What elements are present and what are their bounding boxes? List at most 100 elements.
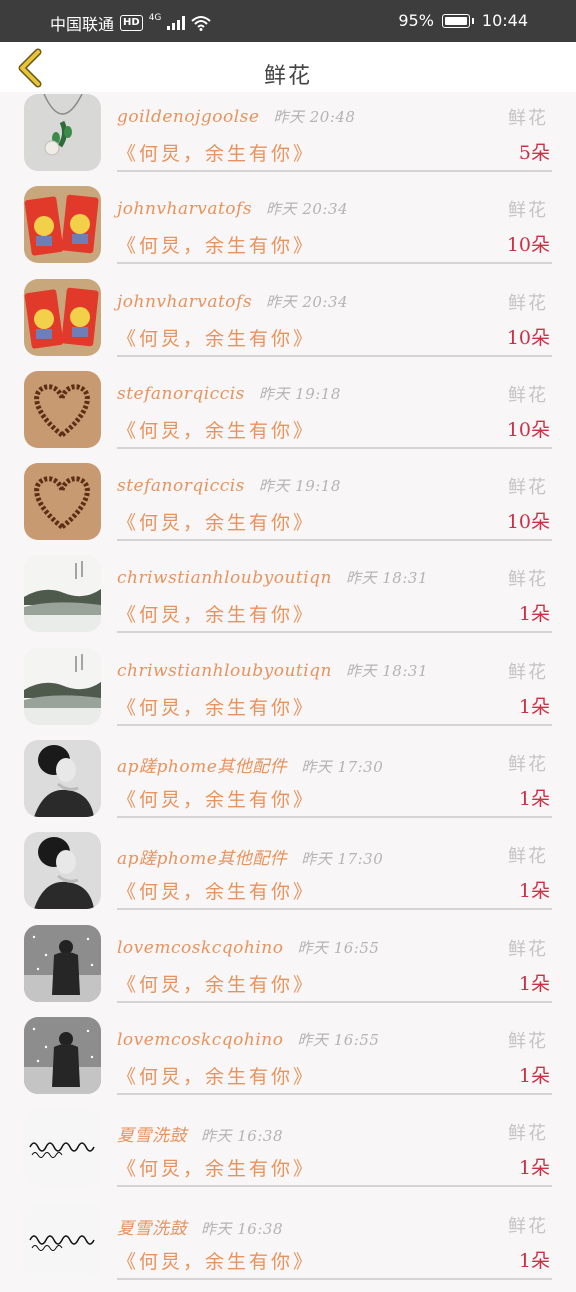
list-item[interactable]: johnvharvatofs 昨天 20:34 鲜花 《何炅，余生有你》 10朵: [0, 184, 576, 276]
gift-quantity: 1朵: [518, 1249, 550, 1272]
avatar[interactable]: [24, 1016, 101, 1094]
gift-category: 鲜花: [508, 108, 548, 129]
list-item[interactable]: stefanorqiccis 昨天 19:18 鲜花 《何炅，余生有你》 10朵: [0, 369, 576, 461]
avatar[interactable]: [24, 924, 101, 1002]
gift-quantity: 1朵: [518, 1064, 550, 1087]
list-item[interactable]: chriwstianhloubyoutiqn 昨天 18:31 鲜花 《何炅，余生…: [0, 553, 576, 645]
divider: [117, 1092, 552, 1095]
sender-name: chriwstianhloubyoutiqn 昨天 18:31: [117, 660, 428, 681]
title-bar: 鲜花: [0, 42, 576, 92]
divider: [117, 539, 552, 542]
gift-message: 《何炅，余生有你》: [117, 789, 316, 812]
gift-category: 鲜花: [508, 754, 548, 776]
timestamp: 昨天 19:18: [258, 384, 341, 403]
gift-message: 《何炅，余生有你》: [117, 143, 316, 165]
gift-category: 鲜花: [508, 477, 548, 499]
hd-icon: HD: [120, 15, 143, 31]
sender-name: stefanorqiccis 昨天 19:18: [117, 383, 341, 404]
network-type: 4G: [148, 13, 162, 23]
divider: [117, 723, 552, 726]
gift-message: 《何炅，余生有你》: [117, 604, 316, 627]
avatar[interactable]: [24, 94, 101, 171]
gift-category: 鲜花: [508, 846, 548, 868]
gift-quantity: 10朵: [506, 234, 550, 257]
gift-message: 《何炅，余生有你》: [117, 235, 316, 258]
avatar[interactable]: [24, 1109, 101, 1187]
timestamp: 昨天 20:48: [273, 108, 356, 126]
avatar[interactable]: [24, 186, 101, 264]
divider: [117, 1277, 552, 1280]
gift-category: 鲜花: [508, 292, 548, 314]
list-item[interactable]: ap蹉phome其他配件 昨天 17:30 鲜花 《何炅，余生有你》 1朵: [0, 738, 576, 830]
timestamp: 昨天 16:38: [201, 1127, 283, 1146]
list-item[interactable]: lovemcoskcqohino 昨天 16:55 鲜花 《何炅，余生有你》 1朵: [0, 923, 576, 1015]
sender-name: lovemcoskcqohino 昨天 16:55: [117, 937, 380, 958]
divider: [117, 816, 552, 819]
clock: 10:44: [481, 11, 528, 30]
gift-category: 鲜花: [508, 200, 548, 222]
gift-message: 《何炅，余生有你》: [117, 1065, 316, 1088]
timestamp: 昨天 20:34: [266, 200, 349, 219]
avatar[interactable]: [24, 647, 101, 725]
list-item[interactable]: ap蹉phome其他配件 昨天 17:30 鲜花 《何炅，余生有你》 1朵: [0, 830, 576, 922]
list-item[interactable]: lovemcoskcqohino 昨天 16:55 鲜花 《何炅，余生有你》 1朵: [0, 1015, 576, 1107]
gift-category: 鲜花: [508, 1030, 548, 1052]
timestamp: 昨天 17:30: [301, 758, 384, 777]
timestamp: 昨天 16:55: [297, 1030, 380, 1049]
avatar[interactable]: [24, 555, 101, 633]
gift-category: 鲜花: [508, 661, 548, 683]
divider: [117, 1000, 552, 1003]
gift-quantity: 1朵: [518, 788, 550, 811]
gift-quantity: 10朵: [506, 418, 550, 441]
sender-name: goildenojgoolse 昨天 20:48: [117, 107, 356, 127]
gift-list: goildenojgoolse 昨天 20:48 鲜花 《何炅，余生有你》 5朵 …: [0, 92, 576, 1292]
sender-name: johnvharvatofs 昨天 20:34: [117, 291, 349, 312]
divider: [117, 354, 552, 357]
divider: [117, 908, 552, 911]
gift-quantity: 1朵: [518, 603, 550, 626]
gift-category: 鲜花: [508, 938, 548, 960]
battery-icon: [441, 13, 470, 28]
list-item[interactable]: chriwstianhloubyoutiqn 昨天 18:31 鲜花 《何炅，余生…: [0, 646, 576, 738]
battery-percent: 95%: [398, 11, 434, 30]
gift-category: 鲜花: [508, 1215, 548, 1237]
signal-icon: [167, 16, 186, 30]
gift-quantity: 10朵: [506, 326, 550, 349]
carrier-label: 中国联通: [50, 15, 115, 34]
timestamp: 昨天 18:31: [346, 661, 428, 680]
sender-name: lovemcoskcqohino 昨天 16:55: [117, 1029, 380, 1050]
list-item[interactable]: 夏雪洗鼓 昨天 16:38 鲜花 《何炅，余生有你》 1朵: [0, 1200, 576, 1292]
avatar[interactable]: [24, 832, 101, 910]
avatar[interactable]: [24, 740, 101, 818]
gift-quantity: 5朵: [518, 142, 550, 164]
avatar[interactable]: [24, 1201, 101, 1279]
gift-category: 鲜花: [508, 569, 548, 591]
avatar[interactable]: [24, 370, 101, 448]
sender-name: chriwstianhloubyoutiqn 昨天 18:31: [117, 568, 428, 589]
divider: [117, 170, 552, 172]
gift-message: 《何炅，余生有你》: [117, 881, 316, 904]
sender-name: 夏雪洗鼓 昨天 16:38: [117, 1126, 283, 1147]
timestamp: 昨天 16:55: [297, 938, 380, 957]
wifi-icon: [191, 16, 212, 31]
timestamp: 昨天 20:34: [266, 292, 349, 311]
avatar[interactable]: [24, 278, 101, 356]
gift-message: 《何炅，余生有你》: [117, 1250, 316, 1273]
gift-quantity: 1朵: [518, 880, 550, 903]
list-item[interactable]: goildenojgoolse 昨天 20:48 鲜花 《何炅，余生有你》 5朵: [0, 92, 576, 184]
list-item[interactable]: stefanorqiccis 昨天 19:18 鲜花 《何炅，余生有你》 10朵: [0, 461, 576, 553]
sender-name: stefanorqiccis 昨天 19:18: [117, 476, 341, 497]
gift-message: 《何炅，余生有你》: [117, 419, 316, 442]
sender-name: johnvharvatofs 昨天 20:34: [117, 199, 349, 220]
divider: [117, 262, 552, 265]
list-item[interactable]: johnvharvatofs 昨天 20:34 鲜花 《何炅，余生有你》 10朵: [0, 277, 576, 369]
divider: [117, 631, 552, 634]
gift-quantity: 1朵: [518, 695, 550, 718]
avatar[interactable]: [24, 463, 101, 541]
list-item[interactable]: 夏雪洗鼓 昨天 16:38 鲜花 《何炅，余生有你》 1朵: [0, 1107, 576, 1199]
timestamp: 昨天 17:30: [301, 850, 384, 869]
timestamp: 昨天 18:31: [346, 569, 428, 588]
divider: [117, 446, 552, 449]
gift-message: 《何炅，余生有你》: [117, 512, 316, 535]
gift-category: 鲜花: [508, 384, 548, 406]
